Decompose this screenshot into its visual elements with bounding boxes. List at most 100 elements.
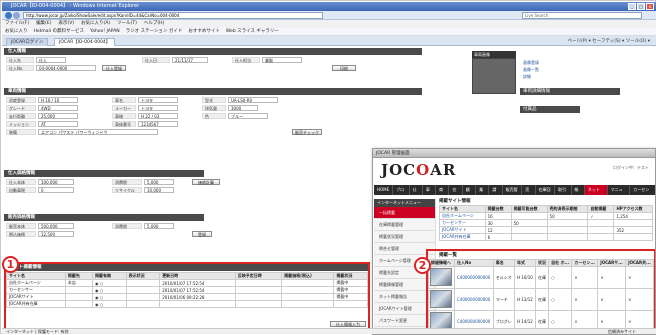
nav-vehicle[interactable]: 車両	[423, 185, 437, 202]
field-input[interactable]: 1234567	[138, 121, 178, 127]
print-button[interactable]: 印刷	[332, 65, 356, 71]
tab-tools[interactable]: ページ(P) ▾ セーフティ(S) ▾ ツール(O) ▾	[568, 38, 650, 44]
nav-stock[interactable]: 在庫	[449, 185, 463, 202]
forward-icon[interactable]	[13, 12, 20, 19]
stock-no-link[interactable]: C400000000000	[454, 266, 494, 289]
enable-radio[interactable]: ◉ ○	[92, 279, 127, 287]
nav-customer[interactable]: 顧客	[463, 185, 477, 202]
auto-checkbox[interactable]	[587, 233, 615, 241]
nav-carsensor[interactable]: カーセンサー	[630, 185, 655, 202]
menu-view[interactable]: 表示(V)	[58, 20, 74, 28]
car-thumbnail-cell[interactable]	[428, 266, 455, 289]
nav-sales-mgmt[interactable]: 販売管理	[503, 185, 523, 202]
stock-no-link[interactable]: C400000000000	[454, 288, 494, 311]
field-input[interactable]: トヨタ	[138, 105, 178, 111]
menu-edit[interactable]: 編集(E)	[36, 20, 51, 28]
back-icon[interactable]	[5, 12, 12, 19]
image-register-link[interactable]: 画像登録	[523, 60, 539, 66]
enable-radio[interactable]: ◉ ○	[92, 286, 127, 294]
sale-check-button[interactable]: 販売チェック	[292, 129, 322, 135]
submit-button[interactable]: 仕入情報入力	[330, 321, 366, 327]
image-list-link[interactable]: 画像一覧	[523, 67, 539, 73]
favorite-link[interactable]: Hotmail の無料サービス	[34, 28, 84, 35]
field-input[interactable]: 0	[38, 187, 74, 193]
tab-jocar-record[interactable]: JOCAR【ID-004-0004】	[54, 38, 116, 46]
post-toggle[interactable]: ×	[571, 266, 599, 289]
auto-checkbox[interactable]	[587, 226, 615, 234]
auto-checkbox[interactable]	[587, 219, 615, 227]
field-input[interactable]: トヨタ	[138, 97, 178, 103]
sidebar-item[interactable]: 在庫掲載管理	[374, 219, 435, 231]
field-input[interactable]: 04-0004-0000	[36, 65, 96, 71]
nav-forms[interactable]: 帳票	[572, 185, 585, 202]
nav-home[interactable]: HOME	[374, 185, 394, 195]
nav-billing[interactable]: 請求	[489, 185, 503, 202]
enable-radio[interactable]: ◉ ○	[92, 293, 127, 301]
field-input[interactable]: 25,000	[38, 113, 78, 119]
site-link[interactable]: 自社ホームページ	[439, 212, 486, 220]
post-toggle[interactable]: ×	[597, 288, 627, 311]
site-link[interactable]: JOCARサイト	[439, 226, 486, 234]
maximize-button[interactable]: □	[637, 3, 645, 10]
menu-favorites[interactable]: お気に入り(A)	[81, 20, 110, 28]
site-link[interactable]: カーセンサー	[439, 219, 486, 227]
field-input[interactable]: 5,000	[144, 179, 174, 185]
field-input[interactable]: 10,000	[144, 187, 174, 193]
nav-negotiation[interactable]: 商談	[436, 185, 450, 202]
field-input[interactable]: 業販	[262, 57, 302, 63]
sidebar-item[interactable]: 掲載状況管理	[374, 231, 435, 243]
tab-login[interactable]: JOCARログイン	[6, 38, 49, 46]
field-input[interactable]: 5,000	[144, 223, 174, 229]
update-button[interactable]: 登録	[192, 231, 212, 237]
search-input[interactable]: Live Search	[522, 12, 642, 19]
field-input[interactable]: 仕入	[36, 57, 66, 63]
post-toggle[interactable]: ×	[625, 266, 654, 289]
upload-button[interactable]: 仕入登録	[102, 65, 126, 71]
favorite-link[interactable]: おすすめサイト	[188, 28, 220, 35]
menu-file[interactable]: ファイル(F)	[5, 20, 29, 28]
enable-radio[interactable]: ◉ ○	[92, 300, 127, 308]
detail-link[interactable]: 詳細	[523, 74, 531, 80]
post-toggle[interactable]: ○	[548, 266, 573, 289]
nav-partners[interactable]: 取引先	[555, 185, 572, 202]
favorite-link[interactable]: Yahoo! JAPAN	[90, 28, 120, 35]
field-input[interactable]: 3000	[228, 105, 258, 111]
nav-net-posting[interactable]: ネット掲載	[584, 185, 608, 202]
post-toggle[interactable]: ×	[597, 266, 627, 289]
car-thumbnail[interactable]	[430, 268, 452, 286]
field-input[interactable]: 21/11/17	[172, 57, 208, 63]
nav-manual[interactable]: マニュアル	[608, 185, 631, 202]
post-toggle[interactable]: ×	[625, 288, 654, 311]
dest-select[interactable]: 本店	[64, 279, 94, 287]
field-input[interactable]: H 22 / 03	[138, 113, 178, 119]
nav-purchase[interactable]: 仕入	[410, 185, 423, 202]
nav-blog[interactable]: ブログ	[393, 185, 410, 202]
car-thumbnail-cell[interactable]	[428, 288, 455, 311]
address-input[interactable]	[23, 12, 323, 19]
favorite-link[interactable]: ラジオ ステーション ガイド	[126, 28, 183, 35]
car-thumbnail[interactable]	[430, 290, 452, 308]
price-calc-button[interactable]: 価格計算	[192, 179, 220, 185]
site-link[interactable]: JOCAR共有在庫	[439, 233, 486, 241]
field-input[interactable]: エアコン パワステ パワーウィンドウ	[38, 129, 158, 135]
auto-checkbox[interactable]: ✓	[587, 212, 615, 220]
favorite-link[interactable]: Web スライス ギャラリー	[226, 28, 279, 35]
field-input[interactable]: 500,000	[38, 223, 74, 229]
favorites-button[interactable]: お気に入り	[5, 28, 28, 35]
nav-sales[interactable]: 売上	[522, 185, 536, 202]
post-toggle[interactable]: ○	[548, 288, 573, 311]
field-input[interactable]: 12,500	[38, 231, 74, 237]
field-input[interactable]: 4WD	[38, 105, 78, 111]
field-input[interactable]: H 16 / 10	[38, 97, 78, 103]
menu-tools[interactable]: ツール(T)	[117, 20, 137, 28]
sidebar-item-bulk[interactable]: 一括掲載	[374, 207, 435, 219]
close-button[interactable]: ✕	[646, 3, 654, 10]
field-input[interactable]: 100,000	[38, 179, 74, 185]
post-toggle[interactable]: ×	[571, 288, 599, 311]
nav-turnover[interactable]: 在庫回転	[536, 185, 556, 202]
minimize-button[interactable]: _	[628, 3, 636, 10]
field-input[interactable]: AT	[38, 121, 78, 127]
field-input[interactable]: UA-LS0-R0	[228, 97, 278, 103]
menu-help[interactable]: ヘルプ(H)	[144, 20, 164, 28]
field-input[interactable]: ブルー	[228, 113, 268, 119]
